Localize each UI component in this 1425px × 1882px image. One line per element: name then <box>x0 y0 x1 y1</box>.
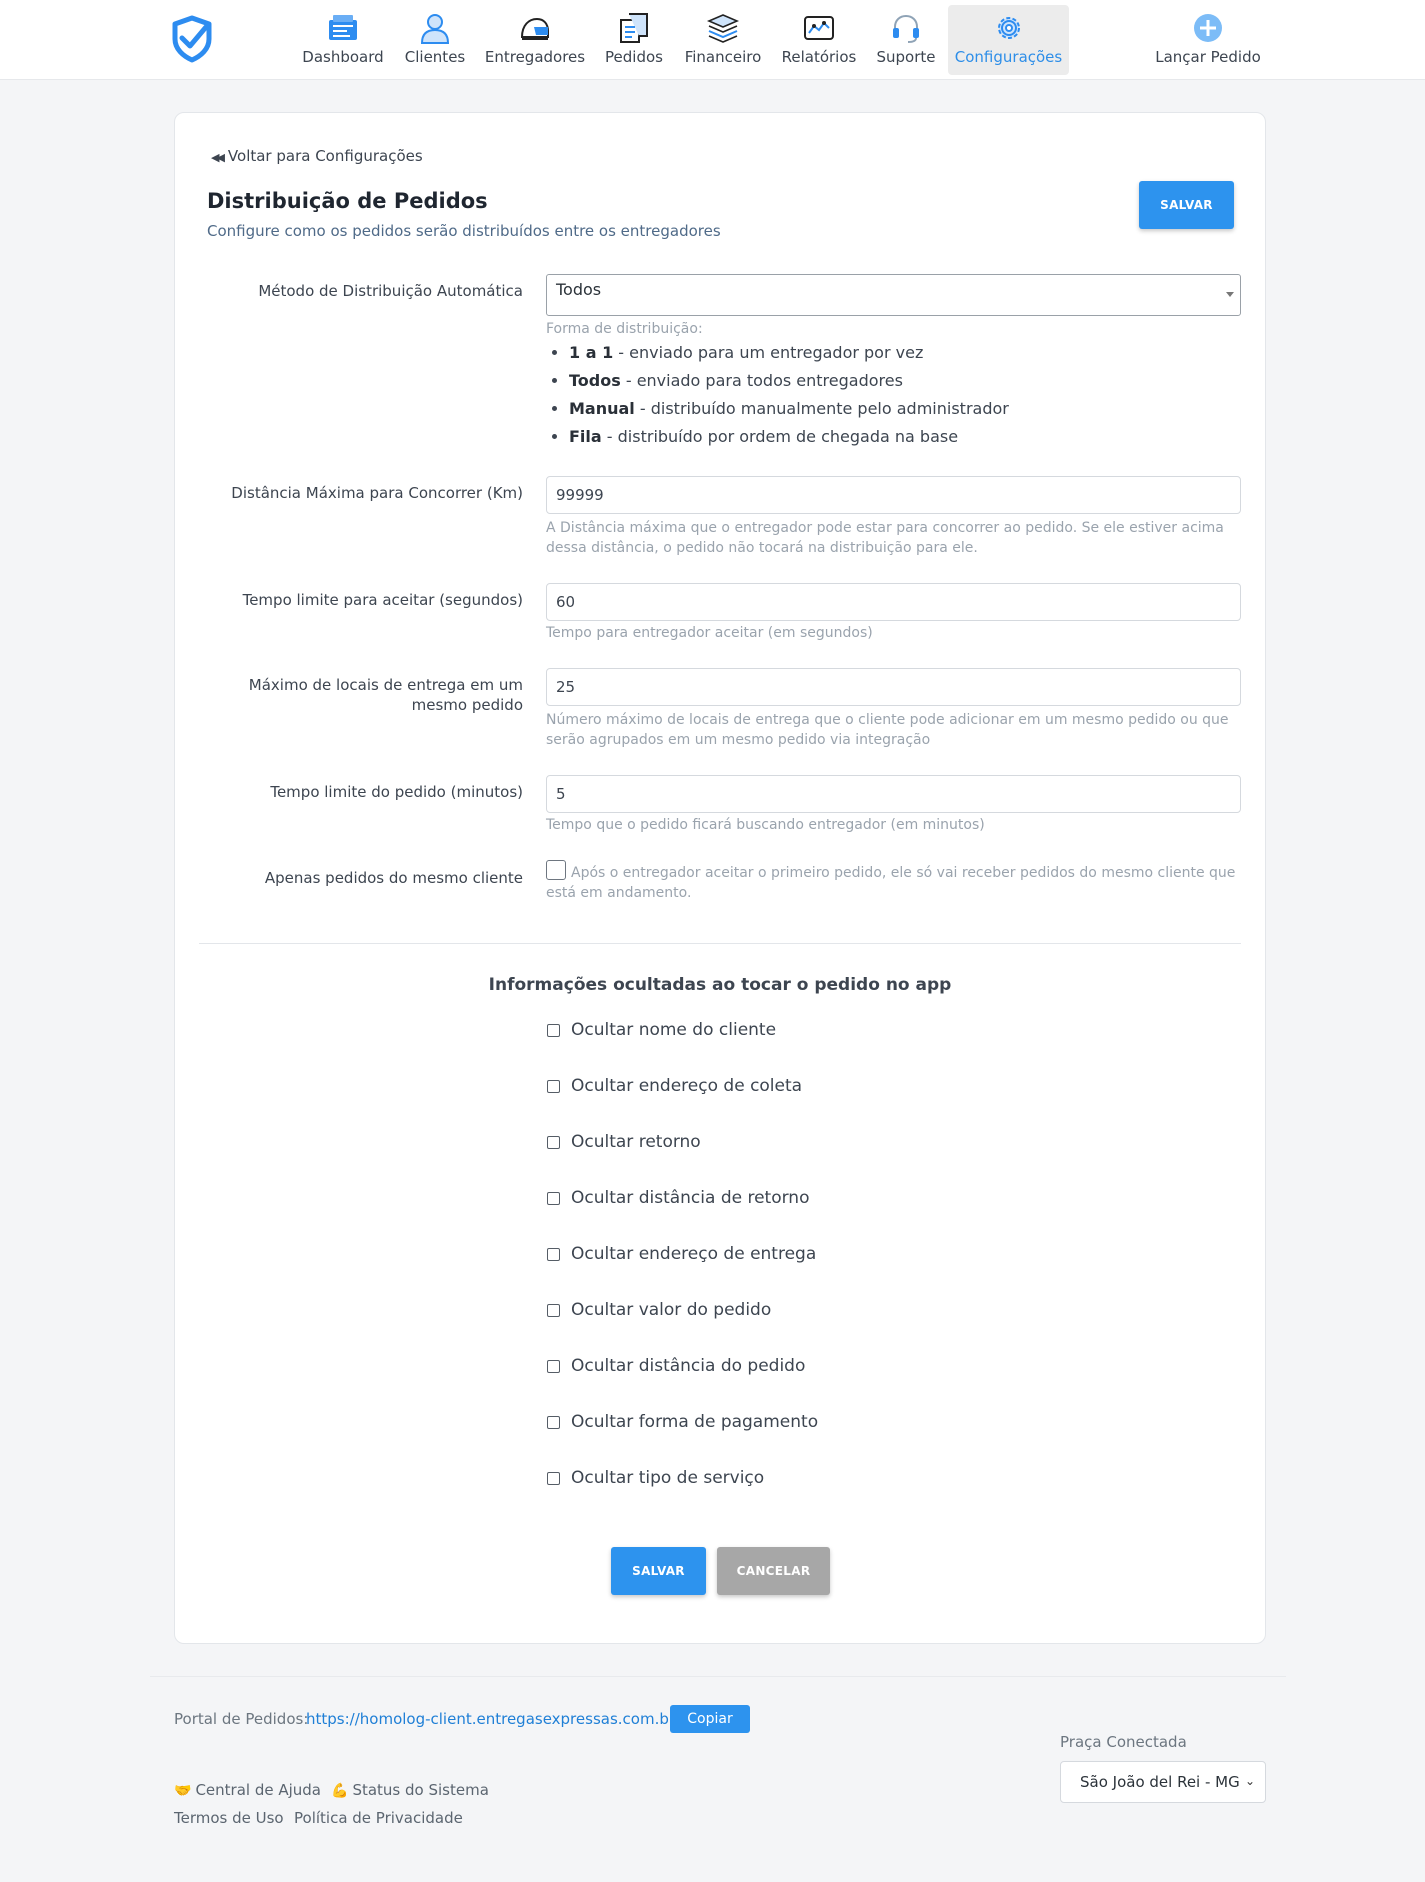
nav-relatorios[interactable]: Relatórios <box>776 5 862 75</box>
nav-clientes[interactable]: Clientes <box>398 5 472 75</box>
nav-label-entregadores: Entregadores <box>484 48 586 66</box>
chevron-down-icon: ⌄ <box>1244 1774 1255 1788</box>
option-label: Ocultar nome do cliente <box>571 1020 777 1040</box>
nav-lancar-pedido[interactable]: Lançar Pedido <box>1150 5 1266 75</box>
checkbox[interactable] <box>547 1024 560 1037</box>
option-label: Ocultar retorno <box>571 1132 701 1152</box>
nav-dashboard[interactable]: Dashboard <box>294 5 392 75</box>
checkbox[interactable] <box>547 1416 560 1429</box>
nav-suporte[interactable]: Suporte <box>870 5 942 75</box>
report-chart-icon <box>804 16 834 40</box>
max-locations-label: Máximo de locais de entrega em um mesmo … <box>248 676 523 714</box>
section-divider <box>199 943 1241 944</box>
accept-time-input[interactable] <box>546 583 1241 621</box>
option-label: Ocultar tipo de serviço <box>571 1468 765 1488</box>
page-title: Distribuição de Pedidos <box>207 189 488 213</box>
checkbox[interactable] <box>547 1192 560 1205</box>
gear-icon <box>997 17 1020 39</box>
max-locations-help: Número máximo de locais de entrega que o… <box>546 712 1229 748</box>
copy-button[interactable]: Copiar <box>670 1705 750 1733</box>
nav-pedidos[interactable]: Pedidos <box>598 5 670 75</box>
terms-link[interactable]: Termos de Uso <box>174 1809 284 1827</box>
method-label: Método de Distribuição Automática <box>258 282 523 300</box>
save-button-bottom[interactable]: SALVAR <box>611 1547 706 1595</box>
nav-configuracoes[interactable]: Configurações <box>948 5 1069 75</box>
same-client-help: Após o entregador aceitar o primeiro ped… <box>546 865 1236 901</box>
helmet-icon <box>520 17 549 40</box>
plus-circle-icon <box>1194 14 1222 42</box>
method-select-value: Todos <box>556 280 602 299</box>
option-label: Ocultar forma de pagamento <box>571 1412 819 1432</box>
option-label: Ocultar valor do pedido <box>571 1300 772 1320</box>
top-navbar: Dashboard Clientes Entregadores Pedidos <box>0 0 1425 80</box>
footer-divider <box>150 1676 1286 1677</box>
save-button-top[interactable]: SALVAR <box>1139 181 1234 229</box>
portal-url-link[interactable]: https://homolog-client.entregasexpressas… <box>306 1710 675 1728</box>
praca-label: Praça Conectada <box>1060 1733 1187 1751</box>
help-center-link[interactable]: 🤝 Central de Ajuda <box>174 1781 321 1799</box>
settings-card: ◀◀ Voltar para Configurações Distribuição… <box>174 112 1266 1644</box>
money-stack-icon <box>706 14 740 43</box>
nav-entregadores[interactable]: Entregadores <box>480 5 590 75</box>
accept-time-help: Tempo para entregador aceitar (em segund… <box>546 625 873 641</box>
back-link[interactable]: ◀◀ Voltar para Configurações <box>211 147 423 165</box>
checkbox[interactable] <box>547 1360 560 1373</box>
nav-label-configuracoes: Configurações <box>954 48 1063 66</box>
order-time-input[interactable] <box>546 775 1241 813</box>
praca-select[interactable]: São João del Rei - MG ⌄ <box>1060 1761 1266 1803</box>
option-label: Ocultar endereço de coleta <box>571 1076 803 1096</box>
nav-label-dashboard: Dashboard <box>302 48 384 66</box>
headset-icon <box>893 14 919 43</box>
portal-label: Portal de Pedidos: <box>174 1710 309 1728</box>
checkbox[interactable] <box>547 1080 560 1093</box>
option-label: Ocultar distância de retorno <box>571 1188 810 1208</box>
max-locations-input[interactable] <box>546 668 1241 706</box>
list-item: 1 a 1 - enviado para um entregador por v… <box>569 339 1009 367</box>
checkbox[interactable] <box>547 1304 560 1317</box>
method-options-list: 1 a 1 - enviado para um entregador por v… <box>569 339 1009 451</box>
list-item: Manual - distribuído manualmente pelo ad… <box>569 395 1009 423</box>
method-select[interactable]: Todos <box>546 274 1241 316</box>
checkbox[interactable] <box>547 1248 560 1261</box>
hidden-info-title: Informações ocultadas ao tocar o pedido … <box>488 975 952 995</box>
user-icon <box>420 14 450 44</box>
handshake-icon: 🤝 <box>174 1783 192 1799</box>
nav-label-pedidos: Pedidos <box>605 48 663 66</box>
option-label: Ocultar distância do pedido <box>571 1356 806 1376</box>
max-distance-help: A Distância máxima que o entregador pode… <box>546 520 1224 556</box>
order-time-label: Tempo limite do pedido (minutos) <box>270 783 523 801</box>
system-status-link[interactable]: 💪 Status do Sistema <box>331 1781 489 1799</box>
accept-time-label: Tempo limite para aceitar (segundos) <box>242 591 523 609</box>
nav-label-lancar-pedido: Lançar Pedido <box>1155 48 1261 66</box>
flexed-arm-icon: 💪 <box>331 1783 349 1799</box>
option-label: Ocultar endereço de entrega <box>571 1244 817 1264</box>
checkbox[interactable] <box>547 1136 560 1149</box>
nav-financeiro[interactable]: Financeiro <box>678 5 768 75</box>
nav-label-relatorios: Relatórios <box>781 48 857 66</box>
checkbox[interactable] <box>547 1472 560 1485</box>
privacy-link[interactable]: Política de Privacidade <box>294 1809 463 1827</box>
double-chevron-left-icon: ◀◀ <box>211 151 225 164</box>
praca-select-value: São João del Rei - MG <box>1080 1773 1240 1791</box>
logo-icon[interactable] <box>170 15 214 63</box>
dashboard-icon <box>329 15 357 40</box>
order-time-help: Tempo que o pedido ficará buscando entre… <box>546 817 985 833</box>
caret-down-icon <box>1226 292 1234 297</box>
max-distance-label: Distância Máxima para Concorrer (Km) <box>231 484 523 502</box>
list-item: Fila - distribuído por ordem de chegada … <box>569 423 1009 451</box>
max-distance-input[interactable] <box>546 476 1241 514</box>
back-link-label: Voltar para Configurações <box>227 147 423 165</box>
nav-label-financeiro: Financeiro <box>684 48 762 66</box>
same-client-label: Apenas pedidos do mesmo cliente <box>264 869 523 887</box>
method-help-title: Forma de distribuição: <box>546 321 703 337</box>
nav-label-clientes: Clientes <box>404 48 466 66</box>
receipt-icon <box>620 13 648 43</box>
nav-label-suporte: Suporte <box>876 48 936 66</box>
cancel-button[interactable]: CANCELAR <box>717 1547 830 1595</box>
page-subtitle: Configure como os pedidos serão distribu… <box>207 222 721 240</box>
list-item: Todos - enviado para todos entregadores <box>569 367 1009 395</box>
